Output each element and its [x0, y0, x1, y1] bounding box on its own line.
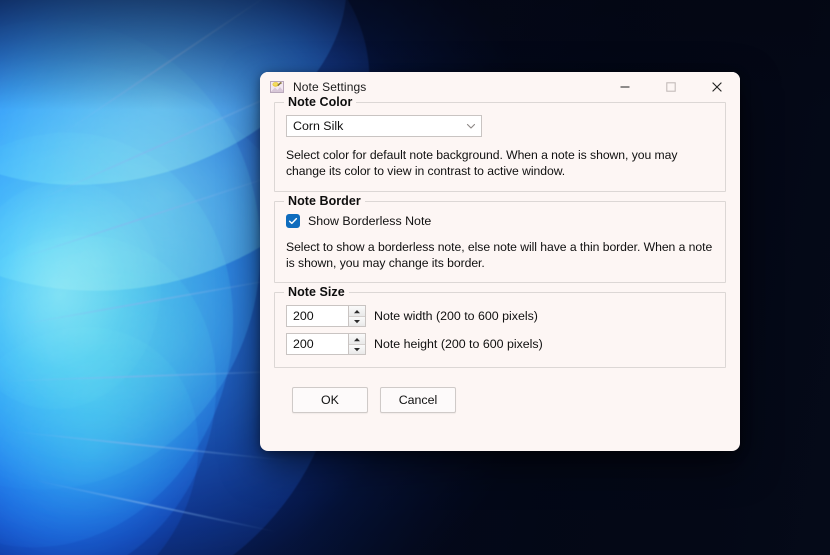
show-borderless-note-checkbox[interactable] — [286, 213, 300, 228]
note-border-group-title: Note Border — [284, 193, 365, 208]
note-height-label: Note height (200 to 600 pixels) — [374, 337, 543, 352]
note-width-label: Note width (200 to 600 pixels) — [374, 309, 538, 324]
note-color-combobox[interactable]: Corn Silk — [286, 115, 482, 137]
note-width-spin-buttons — [348, 306, 365, 327]
note-height-value[interactable]: 200 — [287, 334, 348, 354]
note-width-value[interactable]: 200 — [287, 306, 348, 326]
note-color-group: Note Color Corn Silk Select color for de… — [274, 95, 726, 192]
chevron-down-icon — [461, 120, 481, 132]
show-borderless-note-row[interactable]: Show Borderless Note — [286, 213, 714, 228]
dialog-button-row: OK Cancel — [274, 377, 726, 414]
note-color-value: Corn Silk — [293, 119, 344, 133]
note-color-description: Select color for default note background… — [286, 148, 678, 178]
note-height-spin-buttons — [348, 334, 365, 355]
window-title: Note Settings — [293, 80, 367, 94]
note-app-icon — [269, 79, 285, 95]
note-height-stepper[interactable]: 200 — [286, 333, 366, 356]
note-border-group: Note Border Show Borderless Note Select … — [274, 193, 726, 284]
checkmark-icon — [288, 217, 298, 224]
note-size-group: Note Size 200 Note width (200 to 600 pix… — [274, 285, 726, 369]
maximize-button[interactable] — [648, 72, 694, 102]
note-height-row: 200 Note height (200 to 600 pixels) — [286, 333, 714, 356]
note-width-row: 200 Note width (200 to 600 pixels) — [286, 305, 714, 328]
desktop: Note Settings Note Color Corn Silk Selec… — [0, 0, 830, 555]
cancel-button[interactable]: Cancel — [380, 387, 456, 414]
note-color-group-title: Note Color — [284, 95, 357, 109]
spin-down-icon[interactable] — [349, 344, 365, 355]
maximize-icon — [666, 82, 676, 92]
close-icon — [712, 82, 722, 92]
caption-buttons — [602, 72, 740, 102]
minimize-icon — [620, 86, 630, 88]
show-borderless-note-label: Show Borderless Note — [308, 213, 432, 228]
minimize-button[interactable] — [602, 72, 648, 102]
note-border-description: Select to show a borderless note, else n… — [286, 239, 713, 270]
ok-button[interactable]: OK — [292, 387, 368, 414]
spin-up-icon[interactable] — [349, 334, 365, 345]
note-settings-dialog: Note Settings Note Color Corn Silk Selec… — [260, 72, 740, 451]
dialog-body: Note Color Corn Silk Select color for de… — [260, 95, 740, 451]
spin-up-icon[interactable] — [349, 306, 365, 317]
note-size-group-title: Note Size — [284, 285, 349, 300]
spin-down-icon[interactable] — [349, 316, 365, 327]
note-width-stepper[interactable]: 200 — [286, 305, 366, 328]
close-button[interactable] — [694, 72, 740, 102]
